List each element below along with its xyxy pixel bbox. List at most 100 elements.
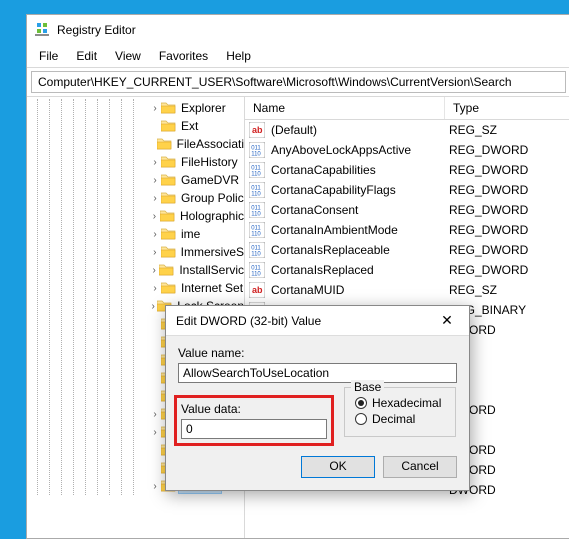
value-name: (Default) (271, 123, 449, 137)
folder-icon (161, 101, 177, 115)
tree-item-label: ImmersiveS (181, 245, 244, 259)
tree-item[interactable]: › Internet Set (33, 279, 244, 297)
list-item[interactable]: CortanaIsReplaceableREG_DWORD (245, 240, 569, 260)
menu-file[interactable]: File (31, 47, 66, 65)
reg-binary-icon (249, 162, 265, 178)
list-item[interactable]: CortanaCapabilityFlagsREG_DWORD (245, 180, 569, 200)
tree-item-label: ime (181, 227, 200, 241)
radio-hexadecimal[interactable]: Hexadecimal (355, 396, 445, 410)
expander-icon[interactable]: › (149, 229, 161, 240)
expander-icon[interactable]: › (149, 283, 161, 294)
menu-favorites[interactable]: Favorites (151, 47, 216, 65)
tree-item[interactable]: › GameDVR (33, 171, 244, 189)
value-data-field[interactable] (181, 419, 327, 439)
menu-edit[interactable]: Edit (68, 47, 105, 65)
list-item[interactable]: CortanaIsReplacedREG_DWORD (245, 260, 569, 280)
value-type: REG_DWORD (449, 223, 569, 237)
expander-icon[interactable]: › (149, 409, 161, 420)
cancel-button[interactable]: Cancel (383, 456, 457, 478)
ok-button[interactable]: OK (301, 456, 375, 478)
expander-icon[interactable]: › (149, 175, 161, 186)
tree-item-label: GameDVR (181, 173, 239, 187)
menu-view[interactable]: View (107, 47, 149, 65)
folder-icon (157, 137, 173, 151)
expander-icon[interactable]: › (149, 193, 161, 204)
menubar: File Edit View Favorites Help (27, 45, 569, 68)
address-bar[interactable]: Computer\HKEY_CURRENT_USER\Software\Micr… (31, 71, 566, 93)
value-type: REG_DWORD (449, 203, 569, 217)
tree-item[interactable]: › Explorer (33, 99, 244, 117)
reg-sz-icon (249, 282, 265, 298)
value-name: CortanaConsent (271, 203, 449, 217)
close-icon[interactable]: ✕ (433, 312, 461, 329)
radio-decimal[interactable]: Decimal (355, 412, 445, 426)
value-data-label: Value data: (181, 402, 327, 416)
tree-item[interactable]: › Holographic (33, 207, 244, 225)
value-type: REG_SZ (449, 123, 569, 137)
value-type: REG_DWORD (449, 163, 569, 177)
value-type: REG_DWORD (449, 143, 569, 157)
tree-item-label: FileHistory (181, 155, 238, 169)
dialog-title: Edit DWORD (32-bit) Value (176, 314, 321, 328)
tree-item-label: Holographic (180, 209, 244, 223)
tree-item[interactable]: Ext (33, 117, 244, 135)
expander-icon[interactable]: › (149, 247, 161, 258)
value-type: REG_DWORD (449, 263, 569, 277)
value-type: REG_DWORD (449, 243, 569, 257)
reg-binary-icon (249, 182, 265, 198)
list-item[interactable]: (Default)REG_SZ (245, 120, 569, 140)
list-item[interactable]: CortanaMUIDREG_SZ (245, 280, 569, 300)
radio-dot-icon (355, 413, 367, 425)
value-name: CortanaCapabilityFlags (271, 183, 449, 197)
value-name: CortanaIsReplaceable (271, 243, 449, 257)
value-name-field[interactable] (178, 363, 457, 383)
tree-item[interactable]: › FileHistory (33, 153, 244, 171)
app-icon (35, 22, 51, 38)
folder-icon (161, 245, 177, 259)
radio-dot-icon (355, 397, 367, 409)
tree-item-label: Ext (181, 119, 198, 133)
reg-binary-icon (249, 202, 265, 218)
expander-icon[interactable]: › (149, 157, 161, 168)
folder-icon (161, 191, 177, 205)
tree-item[interactable]: ›Group Polic (33, 189, 244, 207)
reg-binary-icon (249, 242, 265, 258)
expander-icon[interactable]: › (149, 265, 159, 276)
list-item[interactable]: CortanaInAmbientModeREG_DWORD (245, 220, 569, 240)
folder-icon (159, 263, 175, 277)
folder-icon (161, 119, 177, 133)
list-header: Name Type (245, 97, 569, 120)
reg-binary-icon (249, 222, 265, 238)
tree-item-label: InstallServic (179, 263, 244, 277)
tree-item[interactable]: › ime (33, 225, 244, 243)
base-group: Base Hexadecimal Decimal (344, 387, 456, 437)
list-item[interactable]: AnyAboveLockAppsActiveREG_DWORD (245, 140, 569, 160)
reg-sz-icon (249, 122, 265, 138)
value-name-label: Value name: (178, 346, 457, 360)
expander-icon[interactable]: › (149, 103, 161, 114)
titlebar: Registry Editor (27, 15, 569, 45)
list-item[interactable]: CortanaCapabilitiesREG_DWORD (245, 160, 569, 180)
value-name: CortanaIsReplaced (271, 263, 449, 277)
tree-item-label: Internet Set (181, 281, 243, 295)
menu-help[interactable]: Help (218, 47, 259, 65)
value-name: CortanaCapabilities (271, 163, 449, 177)
folder-icon (161, 281, 177, 295)
edit-dword-dialog: Edit DWORD (32-bit) Value ✕ Value name: … (165, 305, 470, 491)
col-header-type[interactable]: Type (445, 97, 569, 119)
expander-icon[interactable]: › (149, 427, 161, 438)
reg-binary-icon (249, 262, 265, 278)
list-item[interactable]: CortanaConsentREG_DWORD (245, 200, 569, 220)
expander-icon[interactable]: › (149, 481, 161, 492)
tree-item[interactable]: FileAssociati (33, 135, 244, 153)
window-title: Registry Editor (57, 23, 136, 37)
value-type: REG_SZ (449, 283, 569, 297)
tree-item[interactable]: › ImmersiveS (33, 243, 244, 261)
folder-icon (160, 209, 176, 223)
tree-item-label: Explorer (181, 101, 226, 115)
col-header-name[interactable]: Name (245, 97, 445, 119)
expander-icon[interactable]: › (149, 301, 157, 312)
tree-item[interactable]: › InstallServic (33, 261, 244, 279)
tree-item-label: FileAssociati (177, 137, 244, 151)
expander-icon[interactable]: › (149, 211, 160, 222)
